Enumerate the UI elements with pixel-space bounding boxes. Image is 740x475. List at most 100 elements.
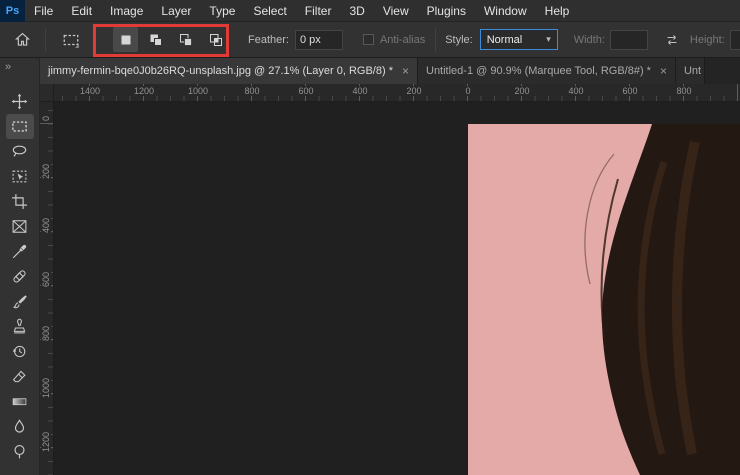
vertical-ruler[interactable]: 0 200 400 600 800 1000 1200 [40,102,54,475]
brush-tool[interactable] [6,289,34,314]
menu-file[interactable]: File [25,0,62,22]
ruler-label: 600 [41,270,51,290]
ruler-label: 800 [674,86,694,96]
tab-document-1[interactable]: jimmy-fermin-bqe0J0b26RQ-unsplash.jpg @ … [40,58,418,84]
document-area: jimmy-fermin-bqe0J0b26RQ-unsplash.jpg @ … [40,58,740,475]
selection-mode-group [113,27,228,52]
ruler-label: 1200 [41,430,51,455]
canvas[interactable] [54,102,740,475]
tab-document-2[interactable]: Untitled-1 @ 90.9% (Marquee Tool, RGB/8#… [418,58,676,84]
menu-layer[interactable]: Layer [152,0,200,22]
move-tool-icon [11,93,28,110]
new-selection-icon [121,35,130,44]
eraser-tool[interactable] [6,364,34,389]
ruler-label: 1000 [185,86,211,96]
ruler-label: 1200 [131,86,157,96]
tab-document-3[interactable]: Unt [675,58,705,84]
tab-label: Unt [683,65,702,77]
style-dropdown[interactable]: Normal ▾ [479,29,558,50]
move-tool[interactable] [6,89,34,114]
crop-tool-icon [12,194,27,209]
add-to-selection-icon [150,34,162,46]
toolbar-expand-button[interactable]: » [0,58,16,73]
close-icon[interactable]: × [660,64,667,78]
spot-healing-brush-tool-icon [13,270,26,283]
feather-input[interactable] [294,29,343,50]
ruler-label: 600 [620,86,640,96]
rectangular-marquee-icon [63,34,79,48]
ruler-label: 200 [41,162,51,182]
rectangular-marquee-tool[interactable] [5,114,34,139]
options-separator [435,27,437,52]
history-brush-tool[interactable] [6,339,34,364]
rectangular-marquee-tool-icon [12,121,27,132]
tab-label: jimmy-fermin-bqe0J0b26RQ-unsplash.jpg @ … [48,65,393,77]
menu-filter[interactable]: Filter [296,0,341,22]
dodge-tool[interactable] [6,439,34,464]
lasso-tool-icon [12,145,27,157]
lasso-tool[interactable] [6,139,34,164]
brush-tool-icon [12,295,27,309]
home-button[interactable] [8,27,36,53]
crop-tool[interactable] [6,189,34,214]
tools-panel: » [0,58,40,475]
tool-list [5,89,34,464]
tab-label: Untitled-1 @ 90.9% (Marquee Tool, RGB/8#… [426,65,651,77]
menu-3d[interactable]: 3D [340,0,373,22]
subtract-from-selection-icon [179,33,192,46]
width-input[interactable] [609,29,648,50]
chevron-down-icon: ▾ [546,34,551,44]
document-tabbar: jimmy-fermin-bqe0J0b26RQ-unsplash.jpg @ … [40,58,740,84]
close-icon[interactable]: × [402,64,409,78]
menu-select[interactable]: Select [244,0,295,22]
anti-alias-checkbox[interactable] [362,34,374,45]
menu-image[interactable]: Image [101,0,152,22]
gradient-tool[interactable] [6,389,34,414]
menu-edit[interactable]: Edit [62,0,101,22]
intersect-selection-icon [209,33,222,46]
height-input[interactable] [729,29,740,50]
object-selection-tool-icon [12,170,27,183]
workspace: » jimmy-fermin-bqe0J0b26RQ-unsplash.jpg … [0,58,740,475]
spot-healing-brush-tool[interactable] [6,264,34,289]
add-to-selection-button[interactable] [143,27,168,52]
intersect-selection-button[interactable] [203,27,228,52]
home-icon [14,32,30,46]
frame-tool[interactable] [6,214,34,239]
eyedropper-tool-icon [12,244,27,259]
ruler-label: 1000 [41,376,51,401]
menu-plugins[interactable]: Plugins [418,0,475,22]
dodge-tool-icon [14,444,25,459]
menu-view[interactable]: View [374,0,418,22]
tool-preset-picker[interactable] [55,27,87,53]
ruler-label: 400 [566,86,586,96]
menu-help[interactable]: Help [536,0,579,22]
gradient-tool-icon [12,398,27,406]
swap-dimensions-button[interactable] [658,27,686,53]
clone-stamp-tool[interactable] [6,314,34,339]
eyedropper-tool[interactable] [6,239,34,264]
new-selection-button[interactable] [113,27,138,52]
tool-options-bar: Feather: Anti-alias Style: Normal ▾ Widt… [0,22,740,58]
history-brush-tool-icon [13,345,26,358]
document-image[interactable] [468,124,740,475]
width-label: Width: [573,33,605,46]
ruler-label: 400 [41,216,51,236]
ruler-row: 1400 1200 1000 800 600 400 200 0 200 400… [40,84,740,102]
anti-alias-label: Anti-alias [379,33,426,46]
blur-tool[interactable] [6,414,34,439]
clone-stamp-tool-icon [13,318,26,334]
object-selection-tool[interactable] [6,164,34,189]
subtract-from-selection-button[interactable] [173,27,198,52]
photoshop-logo: Ps [0,0,25,22]
ruler-label: 800 [242,86,262,96]
menu-window[interactable]: Window [475,0,536,22]
swap-dimensions-icon [667,34,677,45]
horizontal-ruler[interactable]: 1400 1200 1000 800 600 400 200 0 200 400… [54,84,740,102]
ruler-corner[interactable] [40,84,54,102]
ruler-label: 400 [350,86,370,96]
options-separator [45,27,46,52]
menu-type[interactable]: Type [200,0,244,22]
height-label: Height: [689,33,725,46]
blur-tool-icon [14,419,25,433]
